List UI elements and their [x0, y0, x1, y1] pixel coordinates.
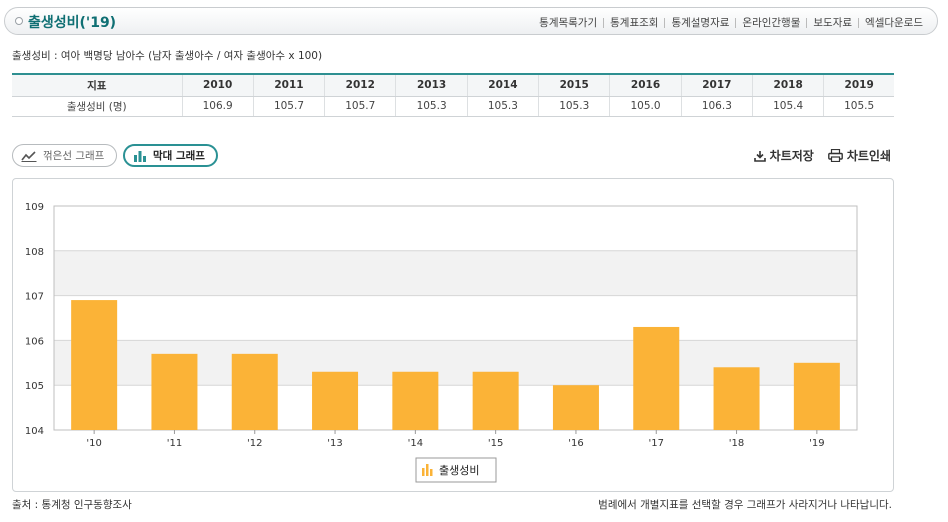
line-graph-button[interactable]: 꺾은선 그래프	[12, 144, 117, 167]
printer-icon	[827, 149, 843, 162]
table-cell: 106.3	[681, 96, 754, 117]
table-header-year: 2017	[681, 73, 754, 97]
x-tick-label: '10	[86, 438, 101, 449]
legend-swatch	[430, 469, 433, 476]
table-row-label: 출생성비 (명)	[12, 96, 183, 117]
link-online-publication[interactable]: 온라인간행물	[742, 15, 800, 30]
divider	[664, 17, 666, 28]
link-stat-table[interactable]: 통계표조회	[610, 15, 658, 30]
y-tick-label: 104	[25, 426, 44, 437]
table-header-year: 2014	[467, 73, 540, 97]
table-cell: 105.0	[609, 96, 682, 117]
bar	[633, 326, 680, 430]
divider	[735, 17, 737, 28]
y-tick-label: 108	[25, 247, 44, 258]
table-cell: 105.7	[324, 96, 397, 117]
save-chart-label: 차트저장	[769, 149, 814, 163]
table-cell: 106.9	[182, 96, 254, 117]
bar-graph-label: 막대 그래프	[153, 150, 205, 162]
line-chart-icon	[21, 150, 37, 162]
save-chart-button[interactable]: 차트저장	[753, 147, 814, 164]
bar-chart: 104 105 106 107 108 109 '10 '11 '12 '13 '14 '15 '16 '…	[25, 202, 858, 483]
x-tick-label: '12	[247, 438, 262, 449]
table-header-year: 2011	[253, 73, 326, 97]
y-tick-label: 106	[25, 336, 44, 347]
table-header-year: 2015	[538, 73, 611, 97]
table-cell: 105.5	[823, 96, 894, 117]
y-tick-label: 109	[25, 202, 44, 213]
link-stat-list[interactable]: 통계목록가기	[539, 15, 597, 30]
download-icon	[753, 150, 766, 162]
table-header-year: 2018	[752, 73, 825, 97]
table-header-row: 지표 2010 2011 2012 2013 2014 2015 2016 20…	[12, 73, 894, 97]
table-cell: 105.7	[253, 96, 326, 117]
legend-label: 출생성비	[439, 464, 479, 477]
chart-actions: 차트저장 차트인쇄	[740, 147, 891, 164]
x-tick-label: '15	[488, 438, 503, 449]
data-table: 지표 2010 2011 2012 2013 2014 2015 2016 20…	[12, 73, 894, 117]
print-chart-label: 차트인쇄	[846, 149, 891, 163]
link-press-release[interactable]: 보도자료	[813, 15, 852, 30]
x-tick-label: '14	[408, 438, 423, 449]
table-header-year: 2013	[395, 73, 468, 97]
bar	[231, 353, 278, 430]
print-chart-button[interactable]: 차트인쇄	[827, 147, 891, 164]
divider	[858, 17, 860, 28]
table-row: 출생성비 (명) 106.9 105.7 105.7 105.3 105.3 1…	[12, 96, 894, 117]
bar	[71, 300, 118, 430]
y-tick-label: 107	[25, 292, 44, 303]
bar	[552, 385, 599, 430]
table-cell: 105.4	[752, 96, 825, 117]
bar	[392, 371, 439, 430]
bar	[151, 353, 198, 430]
x-tick-label: '11	[167, 438, 182, 449]
x-tick-label: '17	[649, 438, 664, 449]
link-stat-description[interactable]: 통계설명자료	[671, 15, 729, 30]
link-excel-download[interactable]: 엑셀다운로드	[865, 15, 923, 30]
legend-swatch	[426, 464, 429, 476]
plot-band	[54, 250, 857, 296]
table-header-year: 2019	[823, 73, 894, 97]
table-cell: 105.3	[538, 96, 611, 117]
table-cell: 105.3	[395, 96, 468, 117]
table-header-year: 2016	[609, 73, 682, 97]
x-tick-label: '16	[568, 438, 583, 449]
bullet-icon	[15, 17, 23, 25]
x-tick-label: '13	[327, 438, 342, 449]
divider	[603, 17, 605, 28]
y-tick-label: 105	[25, 381, 44, 392]
bar	[472, 371, 519, 430]
page-title: 출생성비('19)	[28, 15, 117, 31]
page-header: 출생성비('19) 통계목록가기 통계표조회 통계설명자료 온라인간행물 보도자…	[4, 7, 938, 35]
table-header-year: 2010	[182, 73, 254, 97]
legend-swatch	[422, 468, 425, 476]
line-graph-label: 꺾은선 그래프	[43, 150, 105, 162]
x-tick-label: '19	[809, 438, 824, 449]
bar-chart-icon	[133, 150, 147, 162]
legend-hint-note: 범례에서 개별지표를 선택할 경우 그래프가 사라지거나 나타납니다.	[598, 499, 892, 511]
chart-panel: 104 105 106 107 108 109 '10 '11 '12 '13 '14 '15 '16 '…	[12, 178, 894, 492]
bar	[713, 367, 760, 430]
formula-description: 출생성비 : 여아 백명당 남아수 (남자 출생아수 / 여자 출생아수 x 1…	[12, 50, 323, 62]
bar-graph-button[interactable]: 막대 그래프	[123, 144, 218, 167]
divider	[806, 17, 808, 28]
table-cell: 105.3	[467, 96, 540, 117]
source-note: 출처 : 통계청 인구동향조사	[12, 499, 132, 511]
bar	[793, 362, 840, 430]
bar	[312, 371, 359, 430]
x-tick-label: '18	[729, 438, 744, 449]
table-header-year: 2012	[324, 73, 397, 97]
header-links: 통계목록가기 통계표조회 통계설명자료 온라인간행물 보도자료 엑셀다운로드	[539, 15, 923, 30]
table-header-label: 지표	[12, 73, 183, 97]
